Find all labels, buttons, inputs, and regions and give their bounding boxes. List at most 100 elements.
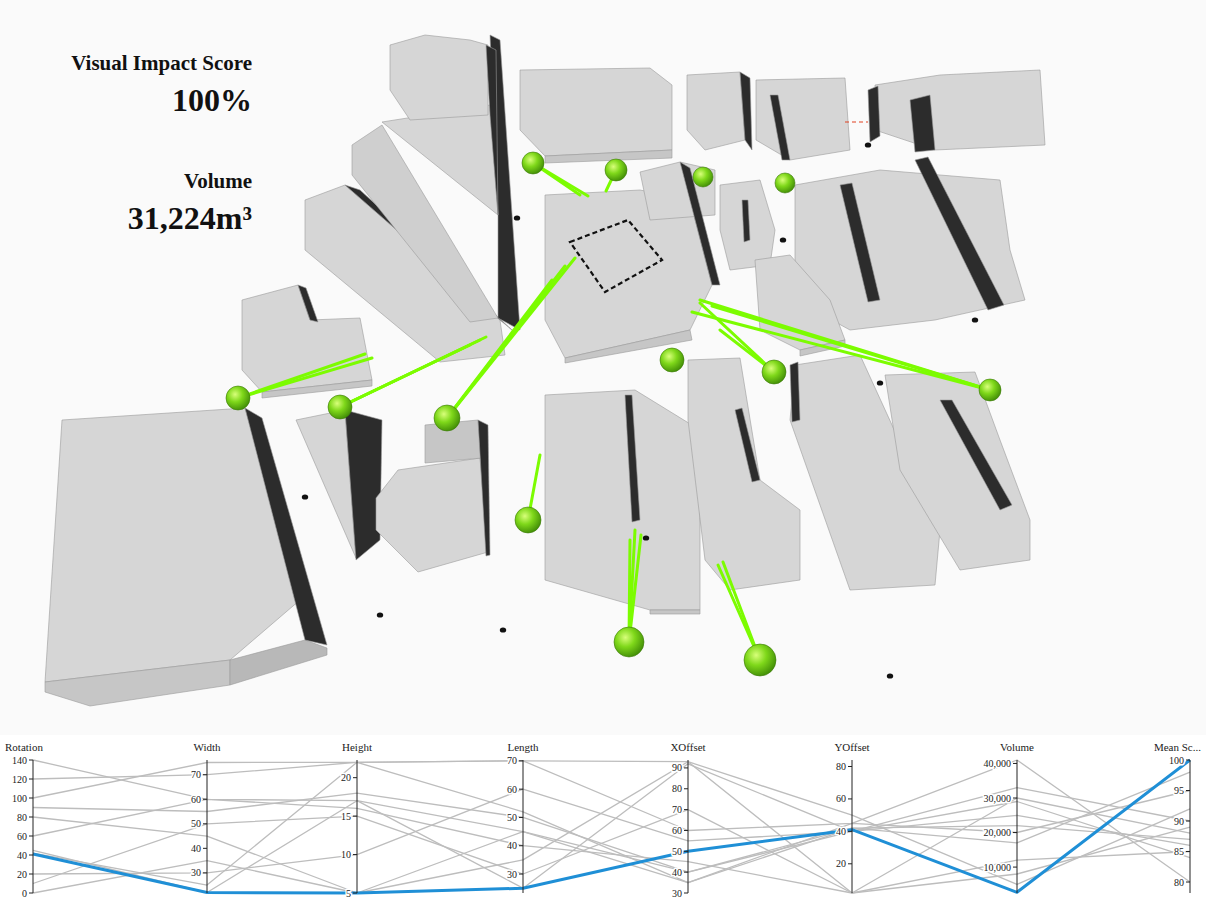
tick-label: 30 xyxy=(672,888,682,899)
building[interactable] xyxy=(545,390,700,614)
building[interactable] xyxy=(868,70,1045,152)
tick-label: 40,000 xyxy=(984,758,1012,769)
viewpoint-marker[interactable] xyxy=(614,627,644,657)
ground-point xyxy=(972,317,978,322)
axis[interactable]: 10,00020,00030,00040,000Volume xyxy=(984,741,1035,893)
ground-point xyxy=(500,627,506,632)
buildings xyxy=(45,35,1045,706)
metrics-panel: Visual Impact Score 100% Volume 31,224m³ xyxy=(0,50,252,286)
tick-label: 100 xyxy=(12,793,27,804)
tick-label: 50 xyxy=(672,846,682,857)
tick-label: 30,000 xyxy=(984,793,1012,804)
tick-label: 70 xyxy=(672,804,682,815)
metric-label: Visual Impact Score xyxy=(71,50,252,76)
viewpoint-marker[interactable] xyxy=(979,379,1001,401)
tick-label: 80 xyxy=(836,761,846,772)
axis-label: Rotation xyxy=(5,741,43,753)
ground-point xyxy=(887,673,893,678)
viewpoint-marker[interactable] xyxy=(605,159,627,181)
ground-point xyxy=(514,215,520,220)
axis-label: YOffset xyxy=(834,741,869,753)
tick-label: 70 xyxy=(191,769,201,780)
building[interactable] xyxy=(352,35,520,330)
tick-label: 100 xyxy=(1169,755,1184,766)
building[interactable] xyxy=(242,285,372,398)
building[interactable] xyxy=(45,408,327,706)
sightline xyxy=(712,306,990,390)
tick-label: 40 xyxy=(672,867,682,878)
metric: Volume 31,224m³ xyxy=(128,168,252,238)
tick-label: 60 xyxy=(672,825,682,836)
tick-label: 50 xyxy=(191,818,201,829)
ground-points xyxy=(302,142,978,678)
building[interactable] xyxy=(885,372,1030,570)
tick-label: 0 xyxy=(22,888,27,899)
building[interactable] xyxy=(720,180,775,270)
building[interactable] xyxy=(520,68,672,163)
tick-label: 50 xyxy=(507,812,517,823)
tick-label: 80 xyxy=(17,812,27,823)
tick-label: 85 xyxy=(1174,846,1184,857)
city-scene[interactable]: Visual Impact Score 100% Volume 31,224m³ xyxy=(0,0,1206,735)
sightline xyxy=(447,266,565,418)
viewpoint-marker[interactable] xyxy=(434,405,460,431)
axis[interactable]: 3040506070Length xyxy=(507,741,539,893)
sightline xyxy=(692,312,990,390)
ground-point xyxy=(865,142,871,147)
viewpoint-marker[interactable] xyxy=(328,395,352,419)
tick-label: 20 xyxy=(17,869,27,880)
metric-value: 31,224m³ xyxy=(128,198,252,238)
viewpoint-marker[interactable] xyxy=(522,152,544,174)
building[interactable] xyxy=(687,72,752,150)
viewpoint-marker[interactable] xyxy=(660,348,684,372)
viewpoint-marker[interactable] xyxy=(762,360,786,384)
tick-label: 20 xyxy=(836,858,846,869)
axis[interactable]: 30405060708090XOffset xyxy=(670,741,705,899)
sightline xyxy=(700,300,990,390)
viewpoints xyxy=(226,152,1001,676)
tick-label: 40 xyxy=(836,826,846,837)
viewpoint-marker[interactable] xyxy=(775,173,795,193)
tick-label: 40 xyxy=(507,840,517,851)
tick-label: 120 xyxy=(12,774,27,785)
building[interactable] xyxy=(756,78,850,160)
building[interactable] xyxy=(640,162,720,285)
ground-point xyxy=(877,380,883,385)
axis[interactable]: 5101520Height xyxy=(341,741,372,899)
tick-label: 30 xyxy=(507,869,517,880)
viewpoint-marker[interactable] xyxy=(693,167,713,187)
axis-label: Mean Sc... xyxy=(1154,741,1201,753)
axis[interactable]: 80 85 90 95 100 Mean Sc... xyxy=(1154,741,1201,893)
axis-label: Height xyxy=(342,741,372,753)
viewpoint-marker[interactable] xyxy=(515,507,541,533)
building[interactable] xyxy=(376,420,490,572)
metric-label: Volume xyxy=(184,168,252,194)
tick-label: 60 xyxy=(836,793,846,804)
tick-label: 80 xyxy=(1174,877,1184,888)
proposed-building-outline[interactable] xyxy=(570,220,662,292)
tick-label: 10 xyxy=(341,849,351,860)
building[interactable] xyxy=(390,35,498,215)
tick-label: 40 xyxy=(17,850,27,861)
ground-point xyxy=(780,237,786,242)
series-line[interactable] xyxy=(33,760,1190,893)
axis-label: Width xyxy=(193,741,221,753)
axis[interactable]: 0 20 40 60 80 100 120 140 Rotation xyxy=(5,741,43,899)
building[interactable] xyxy=(688,358,800,590)
tick-label: 5 xyxy=(346,888,351,899)
metric-value: 100% xyxy=(172,80,252,120)
parallel-coordinates-chart[interactable]: 0 20 40 60 80 100 120 140 Rotation 30 40 50 60 70 Widt… xyxy=(0,735,1206,909)
tick-label: 90 xyxy=(1174,816,1184,827)
tick-label: 95 xyxy=(1174,785,1184,796)
viewpoint-marker[interactable] xyxy=(226,386,250,410)
axis[interactable]: 20 40 60 80 YOffset xyxy=(834,741,869,893)
viewpoint-marker[interactable] xyxy=(744,644,776,676)
axis[interactable]: 3040506070Width xyxy=(191,741,221,893)
tick-label: 60 xyxy=(17,831,27,842)
tick-label: 60 xyxy=(191,794,201,805)
series-line[interactable] xyxy=(33,761,1190,893)
tick-label: 140 xyxy=(12,755,27,766)
building[interactable] xyxy=(296,410,382,560)
axis-label: Volume xyxy=(1000,741,1034,753)
parallel-coordinates[interactable]: 0 20 40 60 80 100 120 140 Rotation 30 40 50 60 70 Widt… xyxy=(0,735,1206,909)
